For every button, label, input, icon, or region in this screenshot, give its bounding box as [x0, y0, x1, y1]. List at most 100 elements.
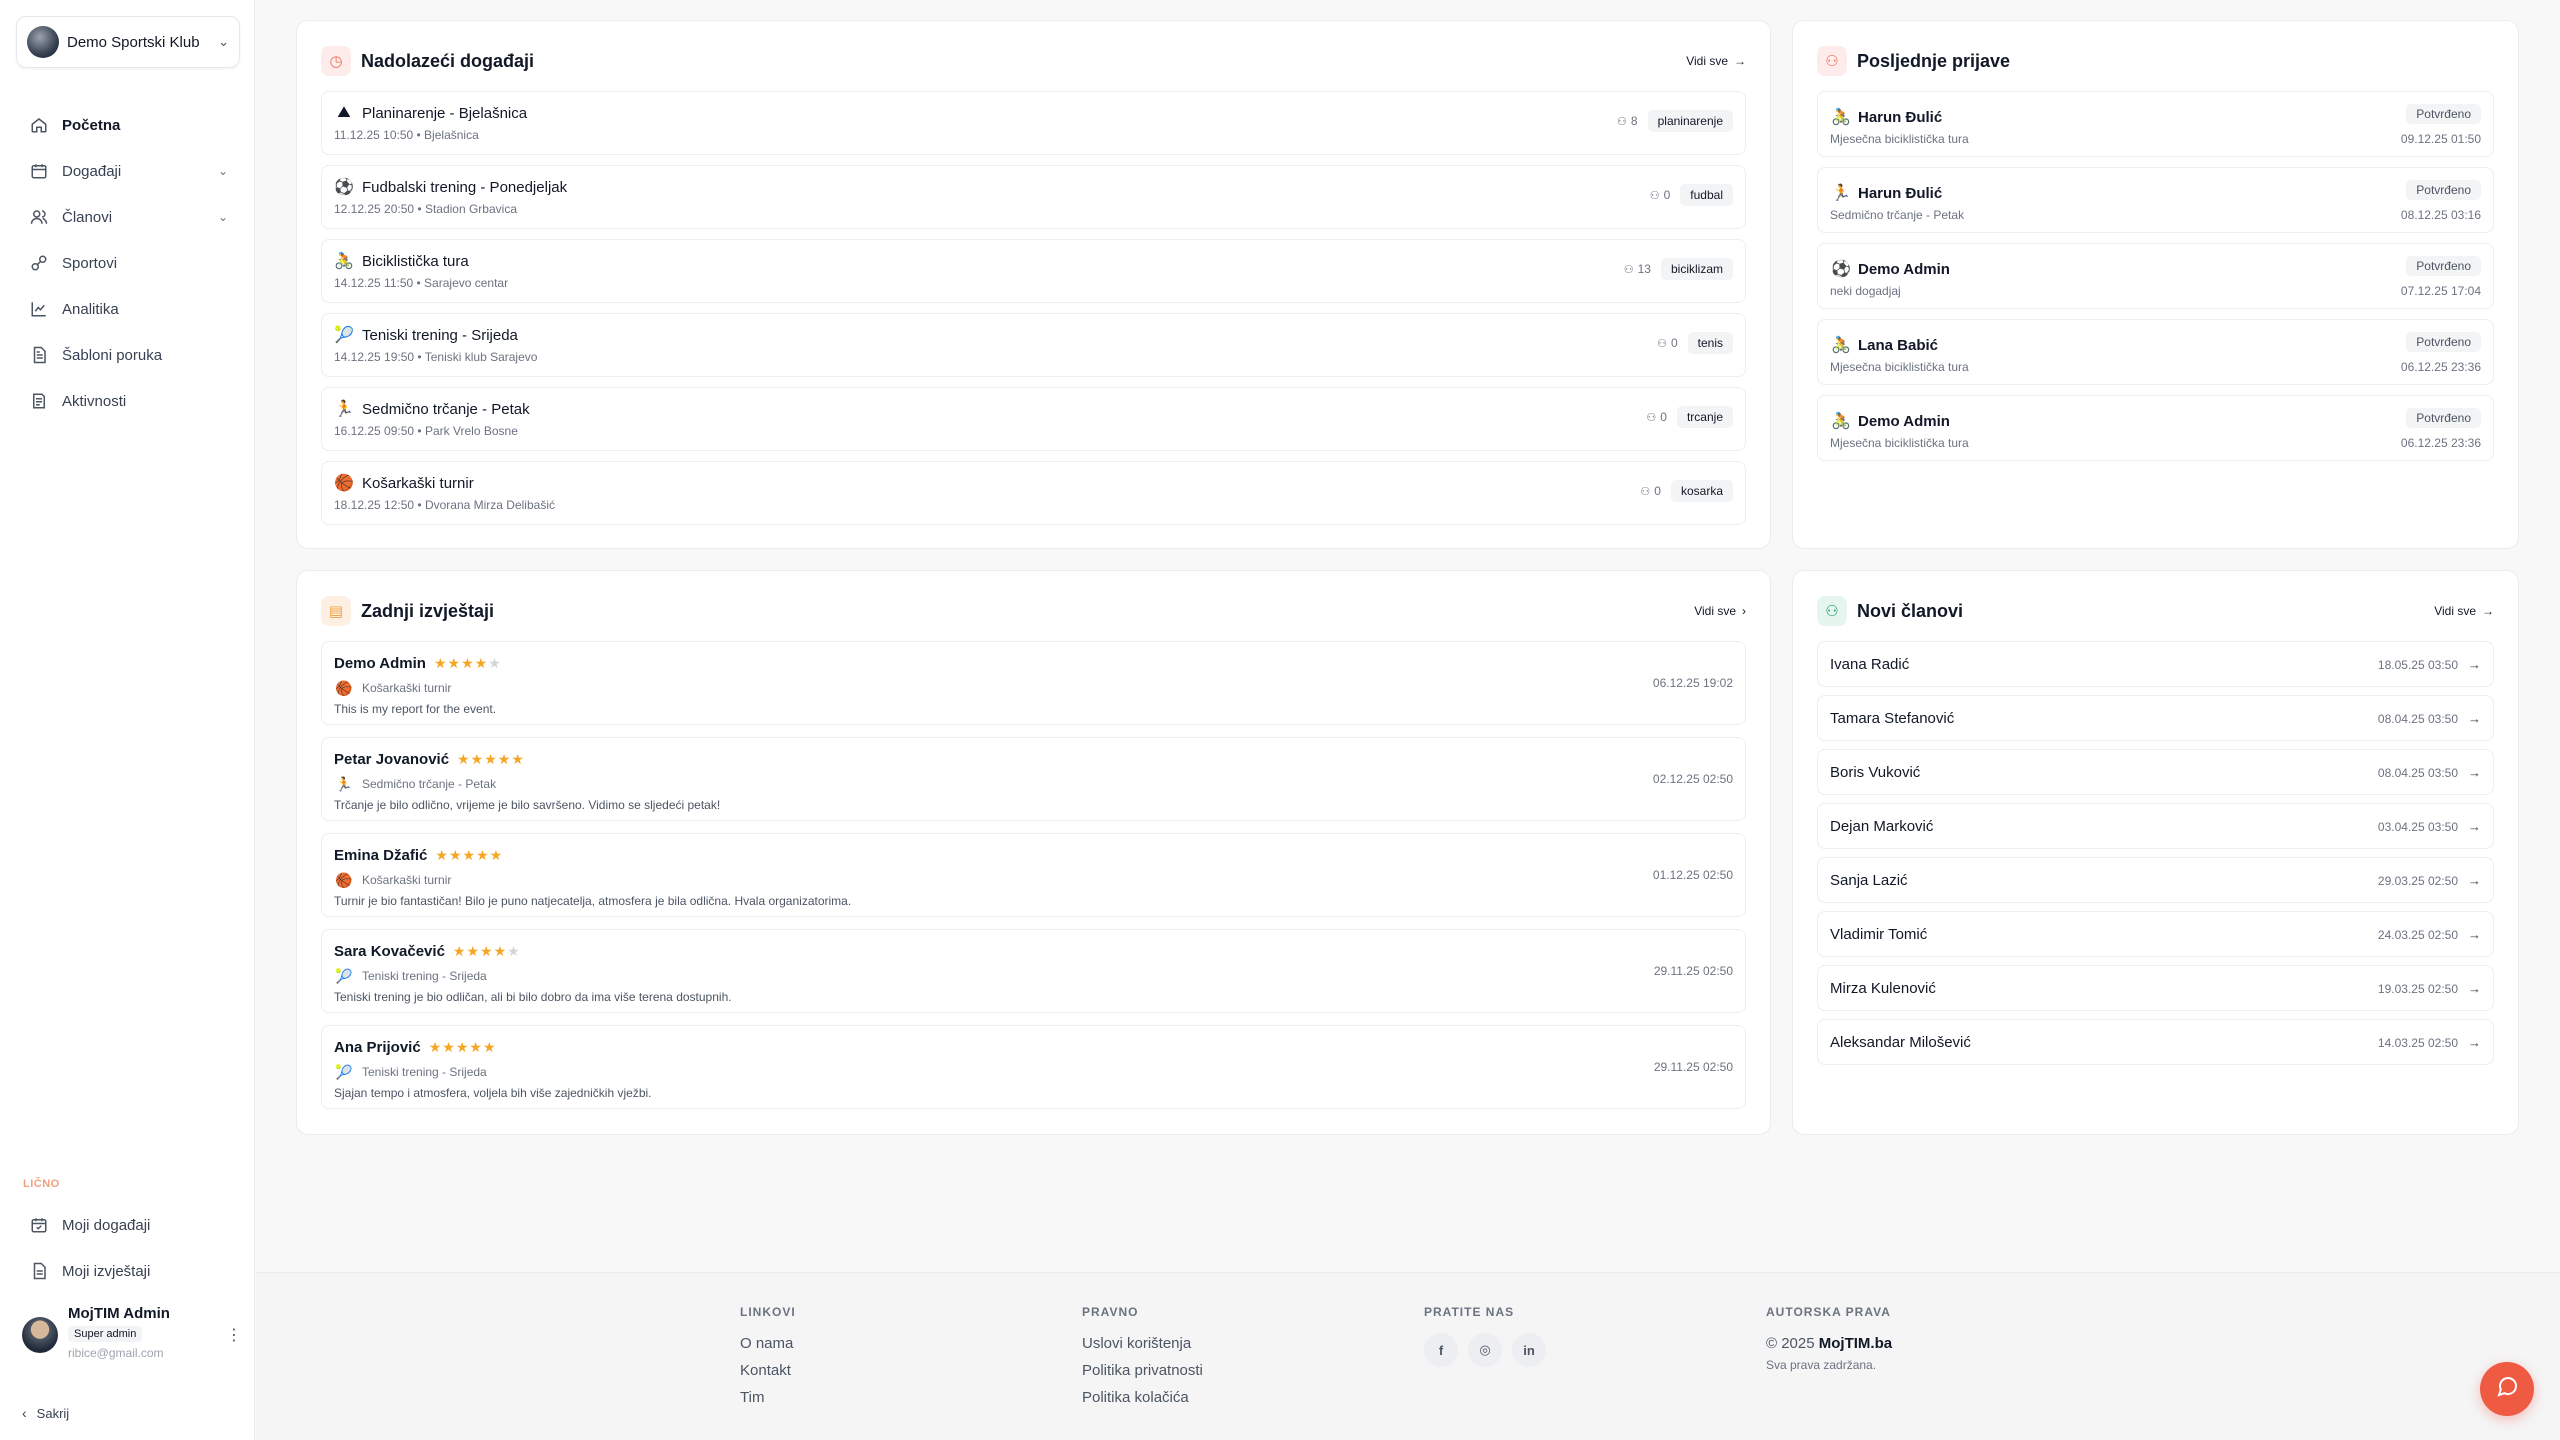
nav-item-sabloni[interactable]: Šabloni poruka [16, 332, 240, 378]
people-icon: ⚇ [1657, 337, 1667, 350]
star-rating: ★★★★★ [457, 751, 525, 768]
nav-item-moji-dogadjaji[interactable]: Moji događaji [16, 1202, 240, 1248]
view-all-events-link[interactable]: Vidi sve → [1686, 54, 1746, 68]
nav-item-dogadjaji[interactable]: Događaji ⌄ [16, 148, 240, 194]
sport-tag: fudbal [1680, 184, 1733, 206]
collapse-sidebar-button[interactable]: ‹ Sakrij [22, 1405, 69, 1421]
report-text: This is my report for the event. [334, 702, 497, 716]
event-row[interactable]: 🚴 Biciklistička tura 14.12.25 11:50 • Sara… [321, 239, 1746, 303]
participant-count: ⚇ 0 [1657, 336, 1678, 350]
instagram-icon[interactable]: ◎ [1468, 1333, 1502, 1367]
footer-link-kolacici[interactable]: Politika kolačića [1082, 1389, 1203, 1406]
chat-bubble-icon [2495, 1374, 2519, 1404]
nav-item-moji-izvjestaji[interactable]: Moji izvještaji [16, 1248, 240, 1294]
registration-row[interactable]: 🚴 Harun Đulić Mjesečna biciklistička tura P… [1817, 91, 2494, 157]
footer-link-uslovi[interactable]: Uslovi korištenja [1082, 1335, 1203, 1352]
nav-item-pocetna[interactable]: Početna [16, 102, 240, 148]
event-meta: 12.12.25 20:50 • Stadion Grbavica [334, 202, 517, 216]
report-text: Sjajan tempo i atmosfera, voljela bih vi… [334, 1086, 652, 1100]
club-switcher[interactable]: Demo Sportski Klub ⌄ [16, 16, 240, 68]
report-event-name: Košarkaški turnir [362, 681, 452, 695]
card-header: ⚇ Novi članovi Vidi sve → [1817, 595, 2494, 627]
report-date: 02.12.25 02:50 [1652, 772, 1733, 786]
nav-item-sportovi[interactable]: Sportovi [16, 240, 240, 286]
member-join-date: 08.04.25 03:50 [2377, 765, 2458, 780]
people-icon: ⚇ [1646, 411, 1657, 424]
member-row[interactable]: Tamara Stefanović 08.04.25 03:50 → [1817, 695, 2494, 741]
card-title: Nadolazeći događaji [361, 50, 535, 71]
registrant-name: 🏃 Harun Đulić [1830, 182, 1942, 204]
member-row[interactable]: Vladimir Tomić 24.03.25 02:50 → [1817, 911, 2494, 957]
member-name: Aleksandar Milošević [1830, 1034, 1971, 1051]
sport-icon: 🎾 [335, 1063, 353, 1080]
report-row[interactable]: Ana Prijović ★★★★★ 🎾 Teniski trening - Srij… [321, 1025, 1746, 1109]
view-all-reports-link[interactable]: Vidi sve › [1694, 604, 1746, 618]
event-title: 🚴 Biciklistička tura [334, 251, 469, 271]
facebook-icon[interactable]: f [1424, 1333, 1458, 1367]
registrant-name: ⚽ Demo Admin [1830, 258, 1950, 280]
member-row[interactable]: Sanja Lazić 29.03.25 02:50 → [1817, 857, 2494, 903]
event-row[interactable]: 🏀 Košarkaški turnir 18.12.25 12:50 • Dvora… [321, 461, 1746, 525]
event-row[interactable]: ⚽ Fudbalski trening - Ponedjeljak 12.12.25… [321, 165, 1746, 229]
registration-row[interactable]: 🏃 Harun Đulić Sedmično trčanje - Petak Potv… [1817, 167, 2494, 233]
report-event: 🏀 Košarkaški turnir [334, 678, 451, 698]
member-row[interactable]: Aleksandar Milošević 14.03.25 02:50 → [1817, 1019, 2494, 1065]
copyright-brand: MojTIM.ba [1818, 1335, 1893, 1352]
user-check-icon: ⚇ [1817, 46, 1847, 76]
upcoming-events-card: ◷ Nadolazeći događaji Vidi sve → ⛰ Planina… [296, 20, 1771, 549]
registration-event: Sedmično trčanje - Petak [1830, 208, 1965, 222]
footer-link-o-nama[interactable]: O nama [740, 1335, 796, 1352]
nav-item-aktivnosti[interactable]: Aktivnosti [16, 378, 240, 424]
event-row[interactable]: 🎾 Teniski trening - Srijeda 14.12.25 19:50… [321, 313, 1746, 377]
nav-item-analitika[interactable]: Analitika [16, 286, 240, 332]
registration-date: 06.12.25 23:36 [2400, 436, 2481, 450]
activity-icon [28, 390, 50, 412]
chevron-down-icon: ⌄ [218, 34, 229, 49]
event-row[interactable]: 🏃 Sedmično trčanje - Petak 16.12.25 09:50 … [321, 387, 1746, 451]
social-links: f ◎ in [1424, 1333, 1556, 1367]
star-icon: ★ [461, 655, 475, 671]
star-icon: ★ [493, 943, 508, 959]
report-row[interactable]: Emina Džafić ★★★★★ 🏀 Košarkaški turnir Turni… [321, 833, 1746, 917]
sport-icon: 🏃 [1831, 185, 1851, 202]
event-meta: 14.12.25 11:50 • Sarajevo centar [334, 276, 509, 290]
member-join-date: 19.03.25 02:50 [2377, 981, 2458, 996]
role-badge: Super admin [68, 1326, 143, 1342]
sport-tag: tenis [1687, 332, 1733, 354]
registration-row[interactable]: 🚴 Lana Babić Mjesečna biciklistička tura Po… [1817, 319, 2494, 385]
member-join-date: 18.05.25 03:50 [2377, 657, 2458, 672]
nav-item-clanovi[interactable]: Članovi ⌄ [16, 194, 240, 240]
report-row[interactable]: Demo Admin ★★★★★ 🏀 Košarkaški turnir This is… [321, 641, 1746, 725]
member-join-date: 24.03.25 02:50 [2377, 927, 2458, 942]
event-title: 🏀 Košarkaški turnir [334, 473, 474, 493]
report-text: Teniski trening je bio odličan, ali bi b… [334, 990, 732, 1004]
view-all-members-link[interactable]: Vidi sve → [2434, 604, 2494, 618]
report-row[interactable]: Petar Jovanović ★★★★★ 🏃 Sedmično trčanje - … [321, 737, 1746, 821]
registration-event: Mjesečna biciklistička tura [1830, 436, 1969, 450]
chart-icon [28, 298, 50, 320]
footer-link-privatnost[interactable]: Politika privatnosti [1082, 1362, 1203, 1379]
chat-button[interactable] [2480, 1362, 2534, 1416]
registration-date: 06.12.25 23:36 [2400, 360, 2481, 374]
star-icon: ★ [462, 847, 477, 863]
report-author-name: Sara Kovačević [334, 943, 445, 960]
member-join-date: 08.04.25 03:50 [2377, 711, 2458, 726]
report-row[interactable]: Sara Kovačević ★★★★★ 🎾 Teniski trening - Sr… [321, 929, 1746, 1013]
linkedin-icon[interactable]: in [1512, 1333, 1546, 1367]
member-row[interactable]: Boris Vuković 08.04.25 03:50 → [1817, 749, 2494, 795]
user-profile[interactable]: MojTIM Admin Super admin ribice@gmail.co… [22, 1305, 242, 1375]
footer-link-kontakt[interactable]: Kontakt [740, 1362, 796, 1379]
member-row[interactable]: Mirza Kulenović 19.03.25 02:50 → [1817, 965, 2494, 1011]
member-row[interactable]: Dejan Marković 03.04.25 03:50 → [1817, 803, 2494, 849]
report-author-name: Petar Jovanović [334, 751, 450, 768]
arrow-right-icon: → [2468, 711, 2481, 726]
member-row[interactable]: Ivana Radić 18.05.25 03:50 → [1817, 641, 2494, 687]
nav-label: Šabloni poruka [62, 346, 163, 364]
report-event: 🏀 Košarkaški turnir [334, 870, 451, 890]
footer-link-tim[interactable]: Tim [740, 1389, 796, 1406]
registration-row[interactable]: 🚴 Demo Admin Mjesečna biciklistička tura Po… [1817, 395, 2494, 461]
registration-row[interactable]: ⚽ Demo Admin neki dogadjaj Potvrđeno 07.12.2… [1817, 243, 2494, 309]
event-row[interactable]: ⛰ Planinarenje - Bjelašnica 11.12.25 10:50… [321, 91, 1746, 155]
more-vertical-icon[interactable]: ⋮ [226, 1325, 242, 1345]
arrow-right-icon: → [2468, 765, 2481, 780]
